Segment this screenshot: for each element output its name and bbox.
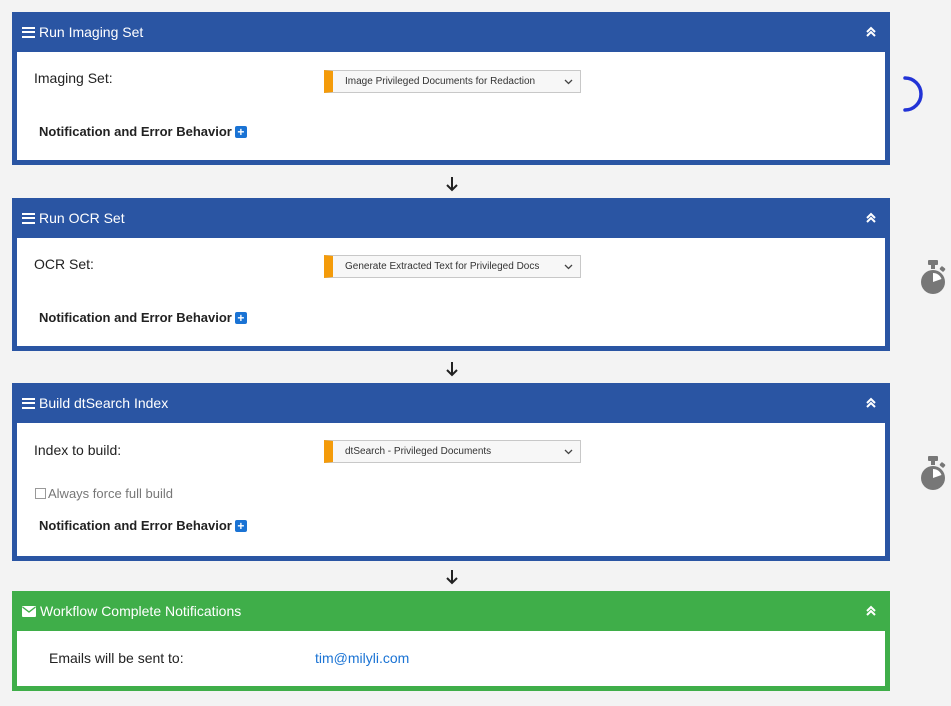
force-full-build-checkbox[interactable]: Always force full build [35, 486, 173, 501]
index-select[interactable]: dtSearch - Privileged Documents [324, 440, 581, 463]
envelope-icon [22, 605, 36, 617]
step-title: Run Imaging Set [39, 24, 144, 40]
drag-handle-icon[interactable] [22, 212, 35, 224]
notification-label: Notification and Error Behavior [39, 124, 232, 139]
step-title-toggle[interactable]: Run OCR Set [22, 210, 125, 226]
expand-plus-icon[interactable]: + [234, 519, 247, 532]
step-header: Build dtSearch Index [12, 383, 890, 423]
stopwatch-icon [921, 260, 946, 294]
arrow-down-icon [446, 570, 458, 585]
step-title: Run OCR Set [39, 210, 125, 226]
collapse-chevron-icon[interactable] [864, 25, 878, 39]
checkbox-box[interactable] [35, 488, 46, 499]
notification-label: Notification and Error Behavior [39, 310, 232, 325]
step-title: Build dtSearch Index [39, 395, 169, 411]
select-value: dtSearch - Privileged Documents [345, 446, 492, 457]
complete-header: Workflow Complete Notifications [12, 591, 890, 631]
collapse-chevron-icon[interactable] [864, 604, 878, 618]
expand-plus-icon[interactable]: + [234, 311, 247, 324]
field-label: OCR Set: [34, 256, 94, 272]
chevron-down-icon [564, 449, 573, 454]
emails-label: Emails will be sent to: [49, 650, 184, 666]
chevron-down-icon [564, 264, 573, 269]
checkbox-label: Always force full build [48, 486, 173, 501]
step-panel-imaging: Run Imaging Set Imaging Set: Image Privi… [12, 12, 890, 165]
ocr-set-select[interactable]: Generate Extracted Text for Privileged D… [324, 255, 581, 278]
step-header: Run Imaging Set [12, 12, 890, 52]
complete-title-toggle[interactable]: Workflow Complete Notifications [22, 603, 241, 619]
select-value: Image Privileged Documents for Redaction [345, 76, 536, 87]
expand-plus-icon[interactable]: + [234, 125, 247, 138]
notification-behavior-toggle[interactable]: Notification and Error Behavior + [39, 310, 247, 325]
complete-title: Workflow Complete Notifications [40, 603, 242, 619]
step-panel-ocr: Run OCR Set OCR Set: Generate Extracted … [12, 198, 890, 351]
notification-label: Notification and Error Behavior [39, 518, 232, 533]
email-link[interactable]: tim@milyli.com [315, 650, 409, 666]
notification-behavior-toggle[interactable]: Notification and Error Behavior + [39, 124, 247, 139]
arrow-down-icon [446, 362, 458, 377]
step-title-toggle[interactable]: Run Imaging Set [22, 24, 143, 40]
drag-handle-icon[interactable] [22, 397, 35, 409]
collapse-chevron-icon[interactable] [864, 211, 878, 225]
select-value: Generate Extracted Text for Privileged D… [345, 261, 540, 272]
step-header: Run OCR Set [12, 198, 890, 238]
arrow-down-icon [446, 177, 458, 192]
field-label: Index to build: [34, 442, 122, 458]
drag-handle-icon[interactable] [22, 26, 35, 38]
notification-behavior-toggle[interactable]: Notification and Error Behavior + [39, 518, 247, 533]
imaging-set-select[interactable]: Image Privileged Documents for Redaction [324, 70, 581, 93]
step-title-toggle[interactable]: Build dtSearch Index [22, 395, 168, 411]
step-panel-dtsearch: Build dtSearch Index Index to build: dtS… [12, 383, 890, 561]
chevron-down-icon [564, 79, 573, 84]
stopwatch-icon [921, 456, 946, 490]
loading-spinner-icon [903, 76, 923, 112]
collapse-chevron-icon[interactable] [864, 396, 878, 410]
field-label: Imaging Set: [34, 70, 113, 86]
workflow-complete-panel: Workflow Complete Notifications Emails w… [12, 591, 890, 691]
